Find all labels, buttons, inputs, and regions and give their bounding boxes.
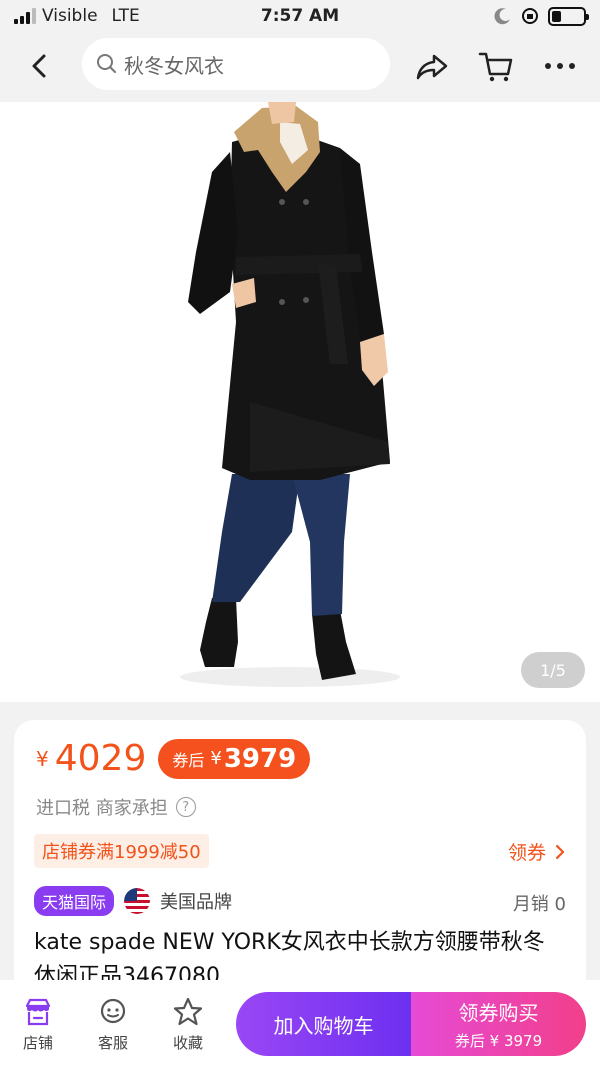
tab-customer-service-label: 客服 [97, 1034, 128, 1052]
price-value: 4029 [54, 738, 147, 779]
get-coupon-link[interactable]: 领券 [508, 838, 566, 865]
tax-info: 进口税 商家承担 ? [36, 794, 196, 820]
shop-coupon-tag: 店铺券满1999减50 [34, 834, 209, 868]
product-info-card: ¥ 4029 券后 ¥ 3979 进口税 商家承担 ? 店铺券满1999减50 … [14, 720, 586, 1020]
more-icon[interactable] [540, 46, 580, 86]
product-photo [180, 102, 400, 687]
store-icon [25, 998, 51, 1026]
coupon-buy-label: 领券购买 [458, 1001, 539, 1025]
get-coupon-label: 领券 [507, 842, 546, 864]
help-icon[interactable]: ? [175, 797, 196, 817]
us-flag-icon [124, 888, 151, 914]
coupon-price-badge: 券后 ¥ 3979 [158, 738, 311, 779]
tab-store[interactable]: 店铺 [10, 996, 66, 1053]
coupon-buy-price: 券后 ¥ 3979 [454, 1032, 543, 1050]
tax-text: 进口税 商家承担 [36, 798, 168, 819]
price-currency: ¥ [36, 746, 49, 771]
search-icon [97, 54, 116, 73]
nav-bar: 秋冬女风衣 [0, 34, 600, 102]
moon-icon [494, 8, 510, 25]
bottom-action-bar: 店铺 客服 收藏 加入购物车 领券购买 券后 ¥ 3979 [0, 980, 600, 1067]
coupon-currency: ¥ [210, 748, 222, 769]
purchase-button-group: 加入购物车 领券购买 券后 ¥ 3979 [236, 992, 586, 1056]
coupon-price: 3979 [223, 743, 297, 774]
tab-customer-service[interactable]: 客服 [85, 996, 141, 1053]
price-row: ¥ 4029 券后 ¥ 3979 [36, 738, 311, 779]
coupon-buy-button[interactable]: 领券购买 券后 ¥ 3979 [411, 992, 586, 1056]
coupon-label: 券后 [172, 750, 205, 770]
search-placeholder: 秋冬女风衣 [124, 53, 224, 78]
rotation-lock-icon [522, 8, 538, 24]
chat-icon [100, 998, 126, 1024]
tmall-global-badge: 天猫国际 [34, 886, 115, 916]
add-to-cart-button[interactable]: 加入购物车 [236, 992, 411, 1056]
cart-icon[interactable] [476, 46, 516, 86]
page-indicator: 1/5 [521, 652, 585, 688]
tab-favorite-label: 收藏 [172, 1034, 203, 1052]
search-input[interactable]: 秋冬女风衣 [82, 38, 390, 90]
chevron-right-icon [555, 844, 565, 859]
tab-store-label: 店铺 [22, 1034, 53, 1052]
share-icon[interactable] [412, 46, 452, 86]
brand-row: 天猫国际 美国品牌 [34, 886, 232, 916]
brand-origin: 美国品牌 [160, 892, 233, 913]
monthly-sales: 月销 0 [512, 894, 566, 915]
back-icon[interactable] [22, 48, 58, 84]
star-icon [173, 997, 203, 1026]
status-bar: Visible LTE 7:57 AM [0, 0, 600, 34]
battery-icon [548, 6, 589, 26]
tab-favorite[interactable]: 收藏 [160, 996, 216, 1053]
status-right [494, 6, 589, 26]
product-image-gallery[interactable]: 1/5 [0, 102, 600, 702]
